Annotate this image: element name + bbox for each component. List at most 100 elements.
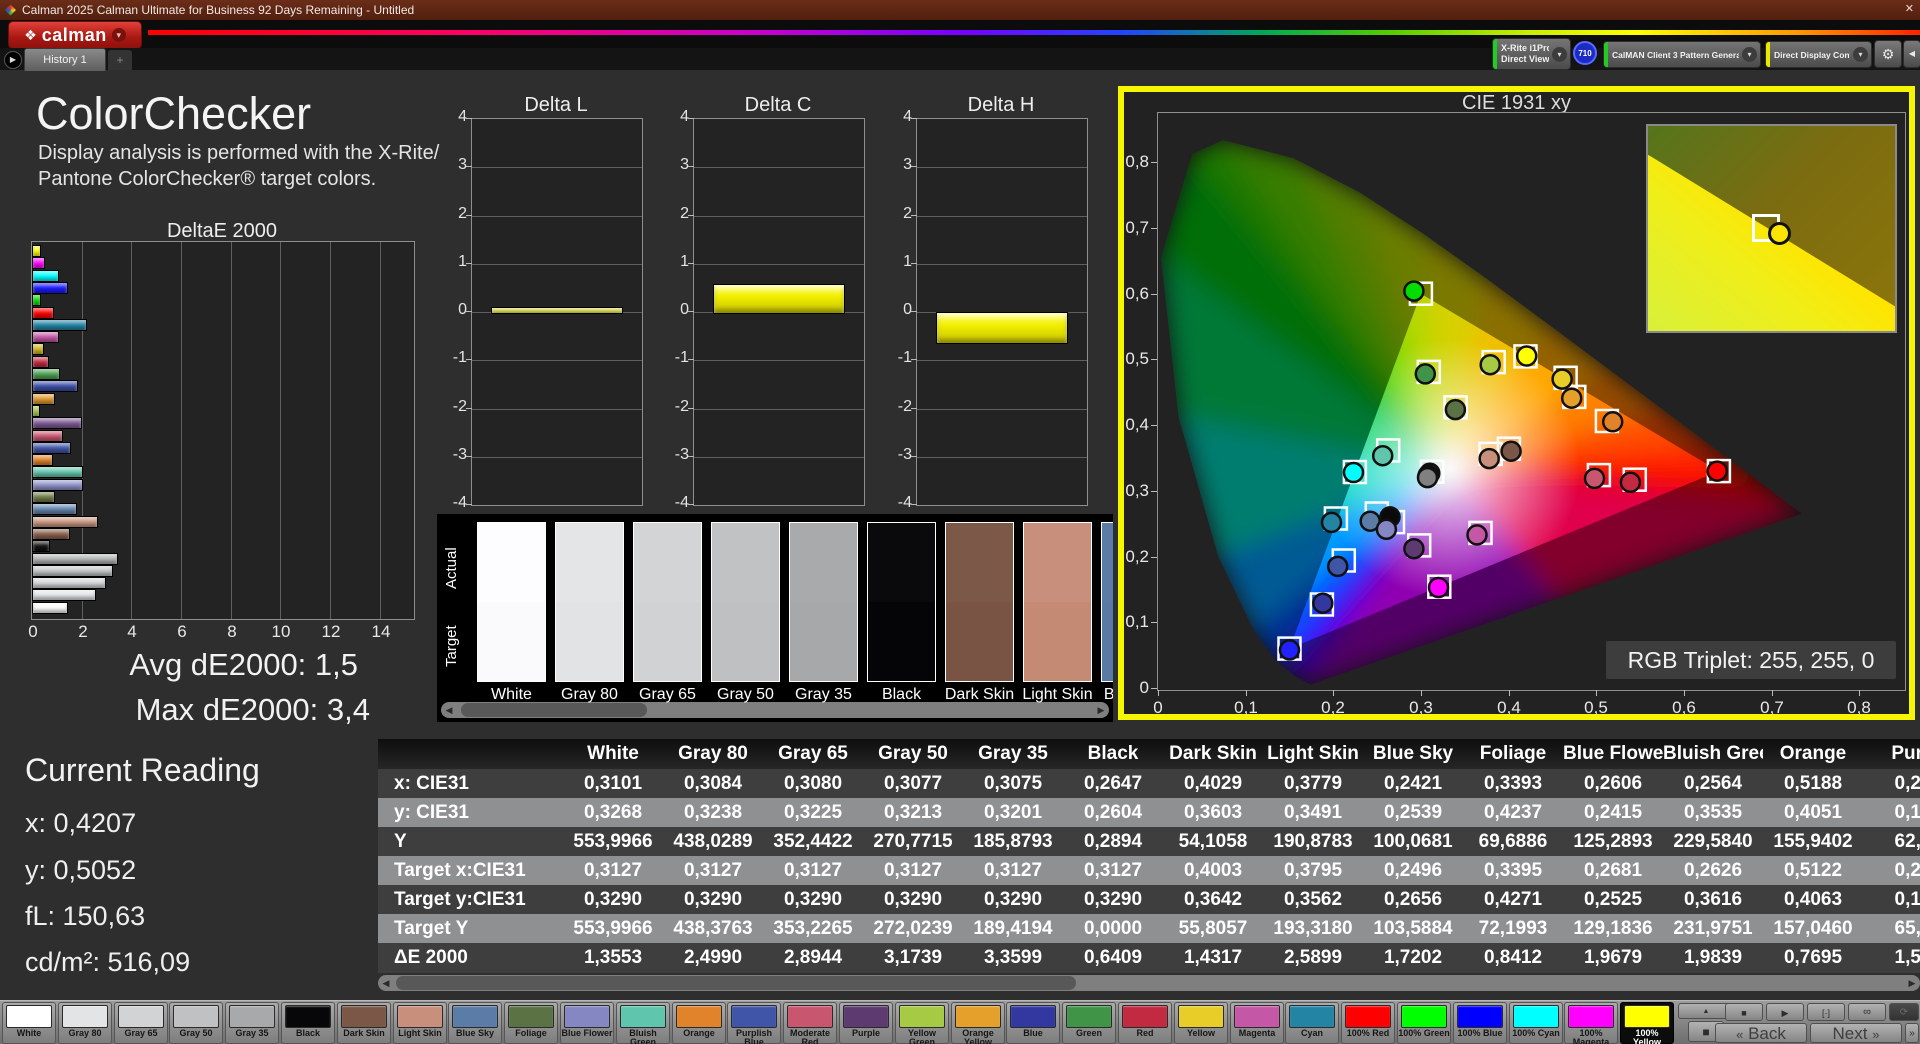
play-button[interactable]: ▶ xyxy=(1766,1003,1804,1021)
de-x-tick-2: 2 xyxy=(78,622,88,641)
scroll-right-icon[interactable]: ▶ xyxy=(1904,975,1920,991)
table-cell: 129,1836 xyxy=(1573,918,1653,939)
swatch-scrollbar[interactable]: ◀ ▶ xyxy=(441,702,1109,718)
back-button[interactable]: « Back xyxy=(1715,1023,1807,1043)
tab-history-1[interactable]: History 1 xyxy=(24,48,106,71)
y-tickmark-2 xyxy=(466,215,472,216)
row-header: y: CIE31 xyxy=(394,802,469,823)
palette-button-orange[interactable]: Orange xyxy=(672,1002,726,1044)
palette-button-100-cyan[interactable]: 100% Cyan xyxy=(1509,1002,1563,1044)
palette-button-light-skin[interactable]: Light Skin xyxy=(393,1002,447,1044)
table-cell: 0,2564 xyxy=(1683,773,1743,794)
palette-button-gray-35[interactable]: Gray 35 xyxy=(225,1002,279,1044)
palette-button-red[interactable]: Red xyxy=(1118,1002,1172,1044)
palette-button-gray-65[interactable]: Gray 65 xyxy=(114,1002,168,1044)
inset-measured-marker xyxy=(1768,222,1791,245)
table-cell: 0,3393 xyxy=(1483,773,1543,794)
next-page-button[interactable]: » xyxy=(1905,1023,1919,1043)
table-cell: 0,21 xyxy=(1894,860,1920,881)
palette-button-white[interactable]: White xyxy=(2,1002,56,1044)
palette-button-moderate-red[interactable]: Moderate Red xyxy=(783,1002,837,1044)
measured-marker-100-blue xyxy=(1278,639,1301,661)
palette-button-dark-skin[interactable]: Dark Skin xyxy=(337,1002,391,1044)
cie-x-tick-0: 0 xyxy=(1153,698,1163,717)
table-row: y: CIE31 0,3268 0,3238 0,3225 0,3213 0,3201 0,… xyxy=(378,798,1920,827)
table-cell: 55,8057 xyxy=(1178,918,1248,939)
gear-icon[interactable]: ⚙ xyxy=(1874,40,1902,68)
palette-button-gray-80[interactable]: Gray 80 xyxy=(58,1002,112,1044)
palette-button-100-magenta[interactable]: 100% Magenta xyxy=(1564,1002,1618,1044)
swatch-scroll-thumb[interactable] xyxy=(461,703,647,717)
palette-button-blue-sky[interactable]: Blue Sky xyxy=(448,1002,502,1044)
palette-button-yellow[interactable]: Yellow xyxy=(1174,1002,1228,1044)
swatch-target xyxy=(634,602,701,681)
meter-badge[interactable]: 710 xyxy=(1573,41,1597,65)
cie-y-tick-0,5: 0,5 xyxy=(1125,349,1149,368)
cie-y-tickmark-0,4 xyxy=(1151,425,1157,426)
table-cell: 0,5188 xyxy=(1783,773,1843,794)
close-icon[interactable]: ✕ xyxy=(1905,2,1914,15)
display-control-button[interactable]: Direct Display Control ▾ xyxy=(1765,41,1872,68)
step-button[interactable]: [·] xyxy=(1807,1003,1845,1021)
gridline--3 xyxy=(917,456,1087,458)
swatch-strip: Actual Target ◀ ▶ White Gray 80 Gray 65 Gra… xyxy=(437,514,1113,722)
palette-button-gray-50[interactable]: Gray 50 xyxy=(169,1002,223,1044)
row-header: Target x:CIE31 xyxy=(394,860,526,881)
palette-button-green[interactable]: Green xyxy=(1062,1002,1116,1044)
de-bar-blue xyxy=(32,380,79,393)
y-tickmark--1 xyxy=(466,359,472,360)
calman-menu-button[interactable]: ❖ calman ▾ xyxy=(8,21,142,49)
y-tickmark-1 xyxy=(466,263,472,264)
palette-button-purple[interactable]: Purple xyxy=(839,1002,893,1044)
refresh-button[interactable]: ⟳ xyxy=(1889,1003,1919,1021)
palette-button-purplish-blue[interactable]: Purplish Blue xyxy=(727,1002,781,1044)
tab-expand-button[interactable]: ▶ xyxy=(4,51,22,69)
palette-button-100-green[interactable]: 100% Green xyxy=(1397,1002,1451,1044)
swatch-target xyxy=(478,602,545,681)
table-scroll-thumb[interactable] xyxy=(396,976,1076,990)
palette-label: Green xyxy=(1075,1028,1102,1038)
generator-label: CalMAN Client 3 Pattern Generator xyxy=(1612,49,1739,60)
palette-button-bluish-green[interactable]: Bluish Green xyxy=(616,1002,670,1044)
measured-marker-100-green xyxy=(1403,280,1425,302)
palette-button-100-red[interactable]: 100% Red xyxy=(1341,1002,1395,1044)
table-scrollbar[interactable]: ◀ ▶ xyxy=(378,975,1920,991)
y-tick--1: -1 xyxy=(674,349,689,366)
next-button[interactable]: Next » xyxy=(1810,1023,1902,1043)
loop-button[interactable]: ∞ xyxy=(1848,1003,1886,1021)
table-cell: 0,3225 xyxy=(783,802,843,823)
y-tickmark-1 xyxy=(688,263,694,264)
de-bar-orange xyxy=(32,454,54,467)
add-tab-button[interactable]: + xyxy=(108,50,132,70)
scroll-left-icon[interactable]: ◀ xyxy=(378,975,394,991)
palette-button-blue[interactable]: Blue xyxy=(1006,1002,1060,1044)
scroll-right-icon[interactable]: ▶ xyxy=(1093,702,1109,718)
cie-y-tick-0,7: 0,7 xyxy=(1125,218,1149,237)
palette-button-blue-flower[interactable]: Blue Flower xyxy=(560,1002,614,1044)
scroll-left-icon[interactable]: ◀ xyxy=(441,702,457,718)
cie-x-tickmark-0,3 xyxy=(1421,690,1422,696)
palette-button-foliage[interactable]: Foliage xyxy=(504,1002,558,1044)
table-cell: 0,4051 xyxy=(1783,802,1843,823)
column-header-gray-65: Gray 65 xyxy=(778,743,848,764)
meter-button[interactable]: X-Rite i1Pro 3Direct View ▾ xyxy=(1492,38,1571,70)
collapse-icon[interactable]: ◀ xyxy=(1903,40,1920,68)
palette-button-100-blue[interactable]: 100% Blue xyxy=(1453,1002,1507,1044)
de-x-tick-14: 14 xyxy=(371,622,391,641)
app-icon xyxy=(5,4,16,16)
y-tickmark-4 xyxy=(466,118,472,119)
stop-button[interactable]: ■ xyxy=(1725,1003,1763,1021)
palette-chip xyxy=(1178,1005,1224,1028)
palette-button-cyan[interactable]: Cyan xyxy=(1285,1002,1339,1044)
y-tickmark-0 xyxy=(911,311,917,312)
palette-button-orange-yellow[interactable]: Orange Yellow xyxy=(951,1002,1005,1044)
palette-button-100-yellow[interactable]: 100% Yellow xyxy=(1620,1002,1674,1044)
pattern-generator-button[interactable]: CalMAN Client 3 Pattern Generator ▾ xyxy=(1603,41,1761,68)
palette-button-yellow-green[interactable]: Yellow Green xyxy=(895,1002,949,1044)
cie-x-tick-0,8: 0,8 xyxy=(1847,698,1871,717)
palette-button-magenta[interactable]: Magenta xyxy=(1230,1002,1284,1044)
table-cell: 0,2681 xyxy=(1583,860,1643,881)
palette-button-black[interactable]: Black xyxy=(281,1002,335,1044)
palette-label: Moderate Red xyxy=(789,1028,830,1044)
table-cell: 0,0000 xyxy=(1083,918,1143,939)
